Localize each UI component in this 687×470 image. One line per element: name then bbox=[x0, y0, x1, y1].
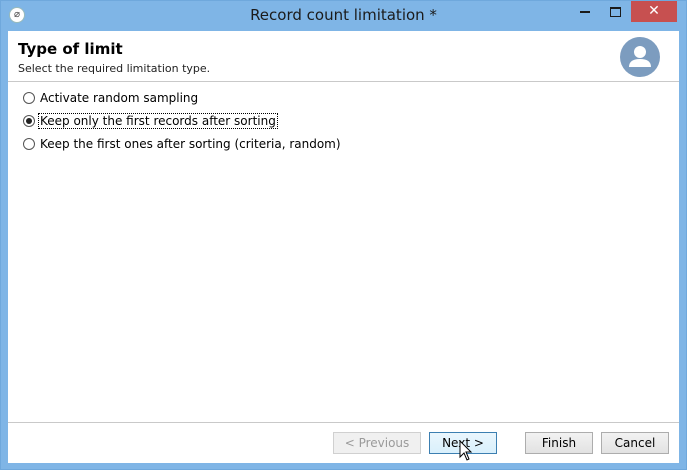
title-bar[interactable]: ⌀ Record count limitation * ✕ bbox=[1, 1, 686, 31]
dialog-content: Type of limit Select the required limita… bbox=[8, 31, 679, 463]
footer-divider bbox=[8, 422, 679, 423]
option-label[interactable]: Keep the first ones after sorting (crite… bbox=[40, 137, 341, 151]
dialog-window: ⌀ Record count limitation * ✕ Type of li… bbox=[0, 0, 687, 470]
person-icon bbox=[629, 46, 651, 67]
radio-first-ones-criteria[interactable] bbox=[23, 138, 35, 150]
option-label[interactable]: Keep only the first records after sortin… bbox=[38, 113, 278, 129]
wizard-header: Type of limit Select the required limita… bbox=[8, 31, 679, 82]
maximize-button[interactable] bbox=[601, 1, 629, 22]
cancel-button[interactable]: Cancel bbox=[601, 432, 669, 454]
mouse-cursor-icon bbox=[459, 440, 473, 461]
finish-button[interactable]: Finish bbox=[525, 432, 593, 454]
page-subtitle: Select the required limitation type. bbox=[18, 62, 211, 75]
radio-first-records[interactable] bbox=[23, 115, 35, 127]
radio-random-sampling[interactable] bbox=[23, 92, 35, 104]
close-button[interactable]: ✕ bbox=[631, 1, 677, 22]
option-label[interactable]: Activate random sampling bbox=[40, 91, 198, 105]
maximize-icon bbox=[609, 6, 621, 17]
minimize-icon bbox=[580, 10, 590, 13]
minimize-button[interactable] bbox=[571, 1, 599, 22]
page-title: Type of limit bbox=[18, 40, 123, 58]
previous-button[interactable]: < Previous bbox=[333, 432, 421, 454]
user-avatar-icon bbox=[620, 37, 660, 77]
